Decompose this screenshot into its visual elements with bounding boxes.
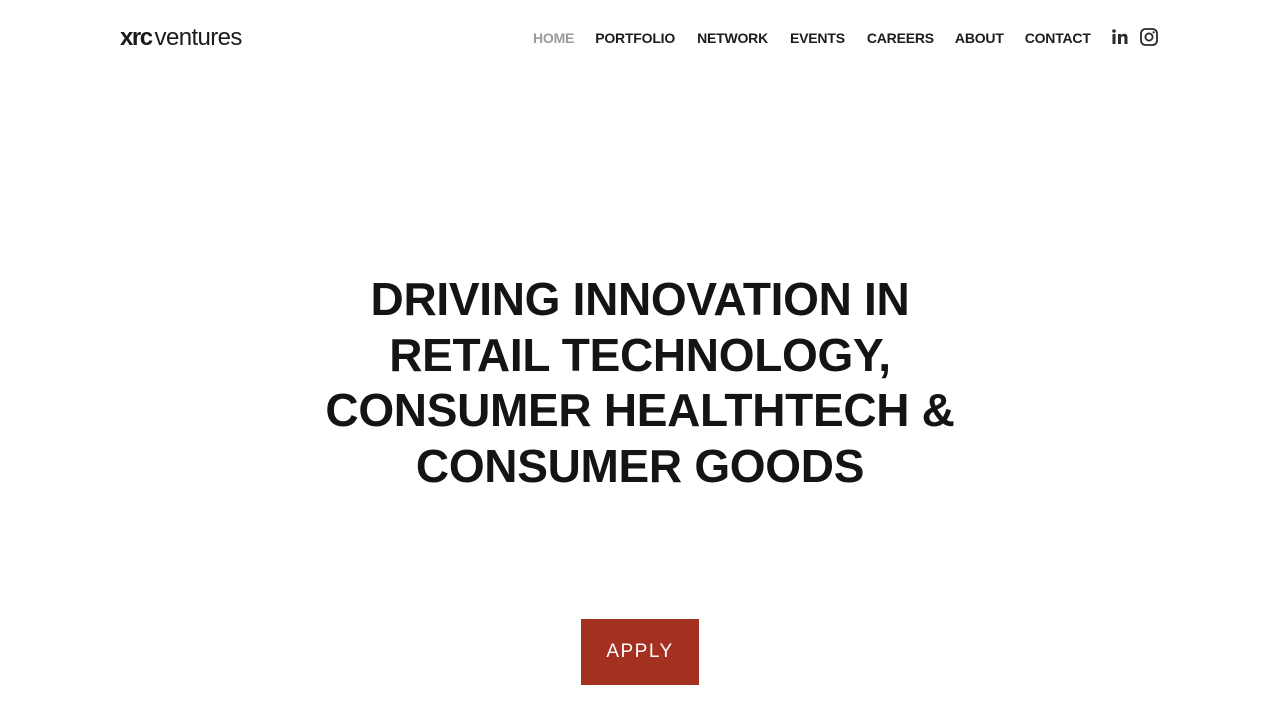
- nav-about[interactable]: ABOUT: [955, 28, 1004, 48]
- page: xrc ventures HOME PORTFOLIO NETWORK EVEN…: [0, 0, 1280, 720]
- hero-section: DRIVING INNOVATION IN RETAIL TECHNOLOGY,…: [290, 272, 990, 494]
- nav-careers[interactable]: CAREERS: [867, 28, 934, 48]
- nav-portfolio[interactable]: PORTFOLIO: [595, 28, 675, 48]
- linkedin-icon[interactable]: [1110, 27, 1130, 47]
- nav-home[interactable]: HOME: [533, 28, 574, 48]
- site-header: xrc ventures HOME PORTFOLIO NETWORK EVEN…: [0, 0, 1280, 76]
- nav-network[interactable]: NETWORK: [697, 28, 768, 48]
- logo-wordmark-light: ventures: [154, 24, 243, 51]
- main-nav: HOME PORTFOLIO NETWORK EVENTS CAREERS AB…: [533, 28, 1091, 48]
- social-links: [1110, 27, 1159, 47]
- logo-wordmark-bold: xrc: [120, 24, 153, 51]
- apply-button[interactable]: APPLY: [581, 619, 699, 685]
- xrc-ventures-logo[interactable]: xrc ventures: [120, 24, 242, 52]
- hero-title: DRIVING INNOVATION IN RETAIL TECHNOLOGY,…: [325, 273, 955, 492]
- nav-events[interactable]: EVENTS: [790, 28, 845, 48]
- nav-contact[interactable]: CONTACT: [1025, 28, 1091, 48]
- instagram-icon[interactable]: [1139, 27, 1159, 47]
